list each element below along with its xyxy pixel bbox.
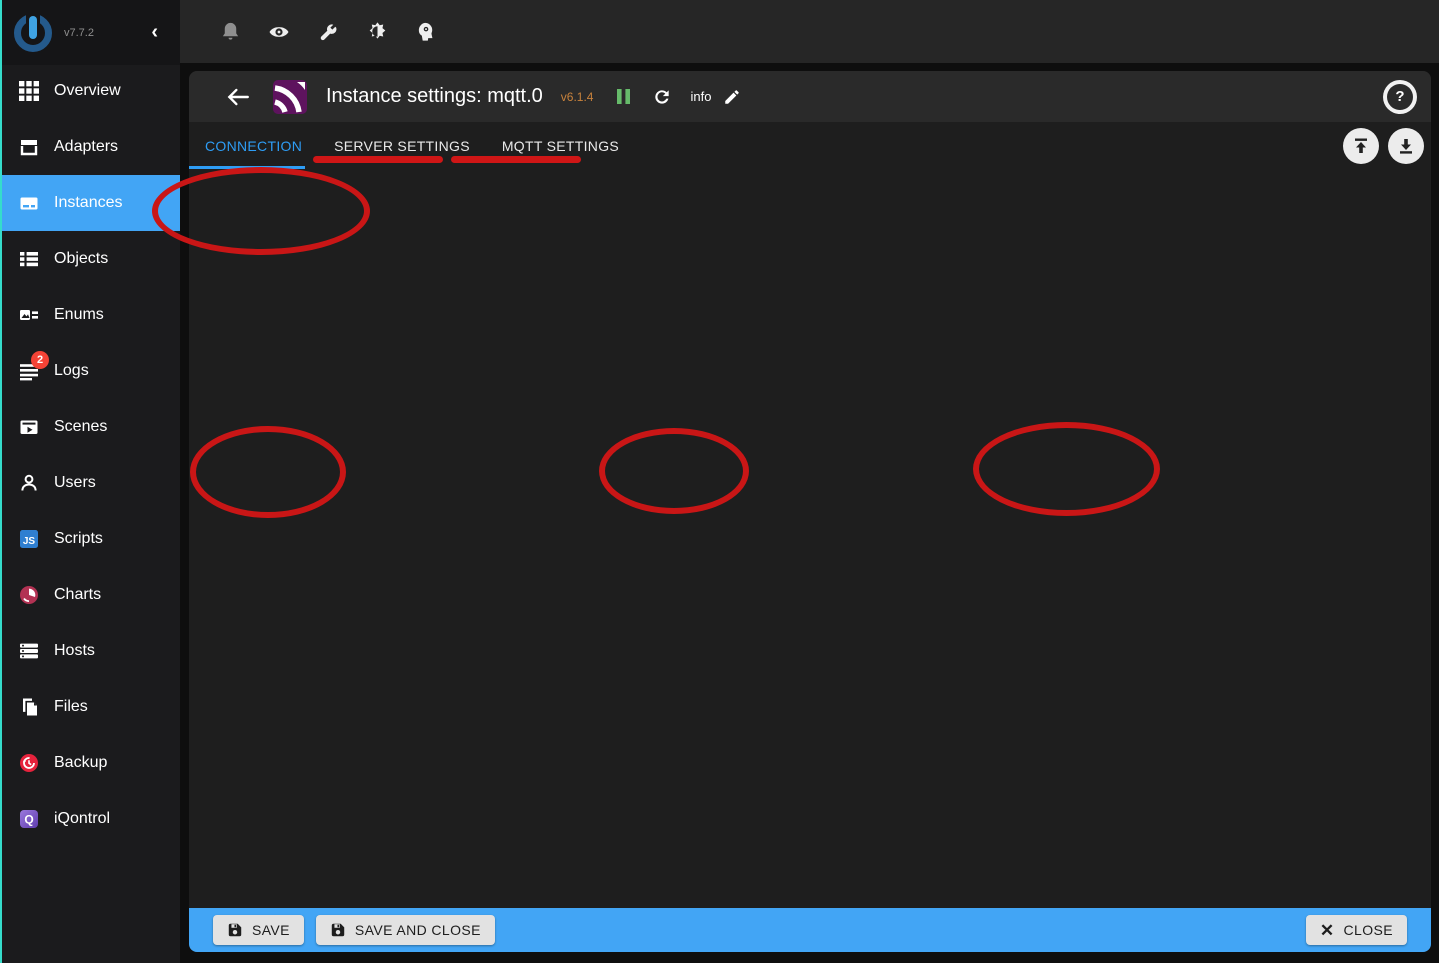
visibility-eye-icon[interactable]: [268, 21, 290, 43]
sidebar-item-label: Logs: [54, 362, 89, 380]
sidebar-item-label: Objects: [54, 250, 108, 268]
active-tab-indicator: [189, 166, 305, 169]
grid-icon: [18, 80, 40, 102]
sidebar-item-logs[interactable]: 2 Logs: [0, 343, 180, 399]
sidebar-item-scenes[interactable]: Scenes: [0, 399, 180, 455]
sidebar-item-label: Scenes: [54, 418, 107, 436]
sidebar-item-label: Files: [54, 698, 88, 716]
save-and-close-button[interactable]: SAVE AND CLOSE: [316, 915, 495, 945]
pause-icon[interactable]: [615, 88, 632, 105]
close-x-icon: ✕: [1320, 922, 1335, 939]
sidebar-item-overview[interactable]: Overview: [0, 63, 180, 119]
scenes-icon: [18, 416, 40, 438]
sidebar-item-adapters[interactable]: Adapters: [0, 119, 180, 175]
notifications-bell-icon[interactable]: [219, 21, 241, 43]
instances-card-icon: [18, 192, 40, 214]
help-button[interactable]: ?: [1383, 80, 1417, 114]
question-mark-icon: ?: [1387, 84, 1413, 110]
list-icon: [18, 248, 40, 270]
sidebar-item-label: Instances: [54, 194, 122, 212]
server-stack-icon: [18, 640, 40, 662]
sidebar-item-hosts[interactable]: Hosts: [0, 623, 180, 679]
back-arrow-icon[interactable]: [225, 84, 251, 110]
app-window: v7.7.2 ‹ Overview: [0, 0, 1439, 963]
sidebar-item-instances[interactable]: Instances: [0, 175, 180, 231]
backup-restore-icon: [18, 752, 40, 774]
files-copy-icon: [18, 696, 40, 718]
dialog-title: Instance settings: mqtt.0: [326, 85, 543, 108]
javascript-icon: JS: [18, 528, 40, 550]
tab-mqtt-settings[interactable]: MQTT SETTINGS: [486, 122, 635, 170]
sidebar-item-backup[interactable]: Backup: [0, 735, 180, 791]
sidebar-item-objects[interactable]: Objects: [0, 231, 180, 287]
sidebar-item-label: Users: [54, 474, 96, 492]
sidebar-item-charts[interactable]: Charts: [0, 567, 180, 623]
sidebar-item-label: Scripts: [54, 530, 103, 548]
dialog-header: Instance settings: mqtt.0 v6.1.4 info ?: [189, 71, 1431, 122]
tab-server-settings[interactable]: SERVER SETTINGS: [318, 122, 486, 170]
adapter-version: v6.1.4: [561, 90, 594, 104]
sidebar-item-label: iQontrol: [54, 810, 110, 828]
sidebar-item-label: Backup: [54, 754, 107, 772]
save-button[interactable]: SAVE: [213, 915, 304, 945]
instance-settings-dialog: Instance settings: mqtt.0 v6.1.4 info ? …: [189, 71, 1431, 952]
sidebar-header: v7.7.2 ‹: [0, 0, 180, 65]
import-config-button[interactable]: [1343, 128, 1379, 164]
person-icon: [18, 472, 40, 494]
app-version: v7.7.2: [64, 27, 94, 39]
sidebar-item-label: Adapters: [54, 138, 118, 156]
dialog-action-bar: SAVE SAVE AND CLOSE ✕ CLOSE: [189, 908, 1431, 952]
storefront-icon: [18, 136, 40, 158]
logs-badge: 2: [31, 351, 49, 369]
window-edge-accent: [0, 0, 2, 963]
enums-icon: [18, 304, 40, 326]
floppy-save-icon: [330, 922, 346, 938]
sidebar-item-label: Hosts: [54, 642, 95, 660]
sidebar-item-files[interactable]: Files: [0, 679, 180, 735]
charts-icon: [18, 584, 40, 606]
info-link[interactable]: info: [690, 89, 711, 104]
sidebar-item-label: Enums: [54, 306, 104, 324]
floppy-save-icon: [227, 922, 243, 938]
close-button[interactable]: ✕ CLOSE: [1306, 915, 1407, 945]
export-config-button[interactable]: [1388, 128, 1424, 164]
edit-pencil-icon[interactable]: [723, 88, 741, 106]
iobroker-logo-icon: [12, 12, 54, 54]
tab-bar: CONNECTION SERVER SETTINGS MQTT SETTINGS: [189, 122, 1431, 170]
sidebar-menu: Overview Adapters: [0, 63, 180, 847]
sidebar-item-users[interactable]: Users: [0, 455, 180, 511]
svg-text:JS: JS: [23, 536, 36, 547]
sidebar-item-iqontrol[interactable]: Q iQontrol: [0, 791, 180, 847]
sidebar-item-label: Charts: [54, 586, 101, 604]
sidebar-collapse-icon[interactable]: ‹: [151, 20, 158, 44]
iqontrol-icon: Q: [18, 808, 40, 830]
tab-connection[interactable]: CONNECTION: [189, 122, 318, 170]
mqtt-adapter-icon: [273, 80, 307, 114]
svg-text:Q: Q: [24, 813, 33, 827]
sidebar-item-label: Overview: [54, 82, 121, 100]
wrench-icon[interactable]: [317, 21, 339, 43]
sidebar: v7.7.2 ‹ Overview: [0, 0, 180, 963]
sidebar-item-scripts[interactable]: JS Scripts: [0, 511, 180, 567]
top-app-bar: [180, 0, 1439, 63]
refresh-icon[interactable]: [652, 87, 672, 107]
sidebar-item-enums[interactable]: Enums: [0, 287, 180, 343]
logs-lines-icon: 2: [18, 360, 40, 382]
expert-mode-icon[interactable]: [415, 21, 437, 43]
theme-brightness-icon[interactable]: [366, 21, 388, 43]
